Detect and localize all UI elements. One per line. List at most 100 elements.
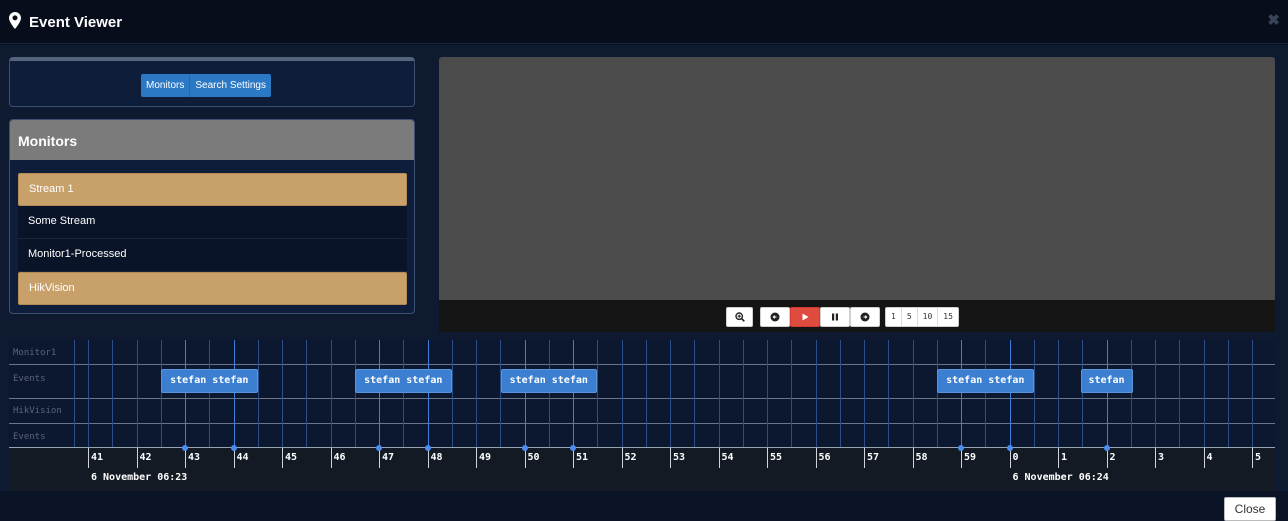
timeline-gridline [936,340,938,447]
timeline-tick [379,448,380,468]
timeline-tick [1155,448,1156,468]
timeline-tick-label: 48 [430,452,443,463]
event-block[interactable]: stefan stefan [355,369,452,393]
monitors-heading: Monitors [18,133,78,149]
timeline-tick-label: 49 [479,452,492,463]
timeline-row-label-events: Events [13,374,46,384]
timeline-gridline [451,340,453,447]
monitor-item[interactable]: Some Stream [18,206,407,239]
timeline-gridline [330,340,332,447]
monitor-list: Stream 1 Some Stream Monitor1-Processed Hik… [18,173,407,305]
timeline-tick-label: 3 [1158,452,1165,463]
modal-footer: Close [0,491,1288,521]
event-marker-line [1106,340,1108,448]
timeline-gridline [597,340,599,447]
event-block[interactable]: stefan [1080,369,1133,393]
timeline-divider [9,364,1275,365]
speed-button-15[interactable]: 15 [938,308,958,326]
timeline-divider [9,423,1275,424]
timeline-gridline [403,340,405,447]
timeline-gridline [136,340,138,447]
event-marker-line [1009,340,1011,448]
timeline-tick-label: 5 [1255,452,1262,463]
event-marker-dot[interactable] [424,445,431,451]
timeline-tick-label: 52 [624,452,637,463]
close-icon[interactable]: ✖ [1267,11,1280,29]
timeline-gridline [670,340,671,447]
timeline-tick-label: 50 [527,452,540,463]
timeline-tick-label: 43 [188,452,201,463]
zoom-in-button[interactable] [726,307,753,327]
timeline-gridline [74,340,75,447]
step-forward-button[interactable] [850,307,880,327]
event-block[interactable]: stefan stefan [161,369,258,393]
timeline-gridline [985,340,987,447]
timeline-tick [1106,448,1108,468]
speed-button-1[interactable]: 1 [886,308,902,326]
play-button[interactable] [790,307,820,327]
event-marker-line [573,340,574,448]
timeline-gridline [1082,340,1084,447]
event-marker-dot[interactable] [1103,445,1110,451]
timeline-gridline [888,340,890,447]
event-marker-dot[interactable] [182,445,188,451]
timeline-gridline [742,340,744,447]
monitors-panel-header: Monitors [10,120,414,160]
event-marker-dot[interactable] [958,445,964,451]
event-timeline[interactable]: Monitor1 Events HikVision Events 41 42 43 4… [9,340,1275,491]
timeline-tick [1252,448,1253,468]
timeline-gridline [1252,340,1253,447]
timeline-tick-label: 1 [1061,452,1068,463]
speed-button-5[interactable]: 5 [902,308,918,326]
timeline-tick [233,448,235,468]
timeline-gridline [160,340,162,447]
timeline-tick-label: 41 [91,452,104,463]
timeline-gridline [718,340,720,447]
timeline-gridline [1203,340,1205,447]
timeline-tick-label: 45 [285,452,298,463]
timeline-tick [524,448,526,468]
event-block[interactable]: stefan stefan [500,369,597,393]
timeline-tick-label: 56 [818,452,831,463]
timeline-tick [621,448,623,468]
timeline-gridline [500,340,502,447]
timeline-gridline [694,340,696,447]
timeline-tick [864,448,865,468]
step-back-button[interactable] [760,307,790,327]
timeline-tick [1009,448,1011,468]
timeline-gridline [306,340,308,447]
timeline-tick [1058,448,1059,468]
video-player[interactable] [439,57,1275,300]
event-marker-dot[interactable] [230,445,237,451]
playback-controls: 1 5 10 15 [439,300,1275,332]
tab-monitors[interactable]: Monitors [141,74,191,97]
view-tabs-panel: Monitors Search Settings [9,57,415,107]
tab-search-settings[interactable]: Search Settings [190,74,271,97]
timeline-gridline [1130,340,1132,447]
event-marker-dot[interactable] [570,445,576,451]
timeline-gridline [548,340,550,447]
event-marker-dot[interactable] [521,445,528,451]
timeline-gridline [476,340,477,447]
timeline-tick-label: 51 [576,452,589,463]
monitor-item[interactable]: Monitor1-Processed [18,239,407,272]
timeline-tick [88,448,89,468]
timeline-gridline [1058,340,1059,447]
timeline-axis-line [9,447,1275,448]
timeline-tick-label: 44 [236,452,249,463]
pause-button[interactable] [820,307,850,327]
speed-button-10[interactable]: 10 [918,308,939,326]
timeline-gridline [864,340,865,447]
event-marker-dot[interactable] [1006,445,1013,451]
close-button[interactable]: Close [1224,497,1276,521]
event-block[interactable]: stefan stefan [937,369,1034,393]
event-marker-dot[interactable] [376,445,382,451]
timeline-gridline [282,340,283,447]
monitor-item[interactable]: HikVision [18,272,407,305]
timeline-tick-label: 47 [382,452,395,463]
modal-body: Monitors Search Settings Monitors Stream… [0,45,1288,521]
timeline-gridline [815,340,817,447]
timeline-gridline [1179,340,1181,447]
monitor-item[interactable]: Stream 1 [18,173,407,206]
timeline-gridline [257,340,259,447]
